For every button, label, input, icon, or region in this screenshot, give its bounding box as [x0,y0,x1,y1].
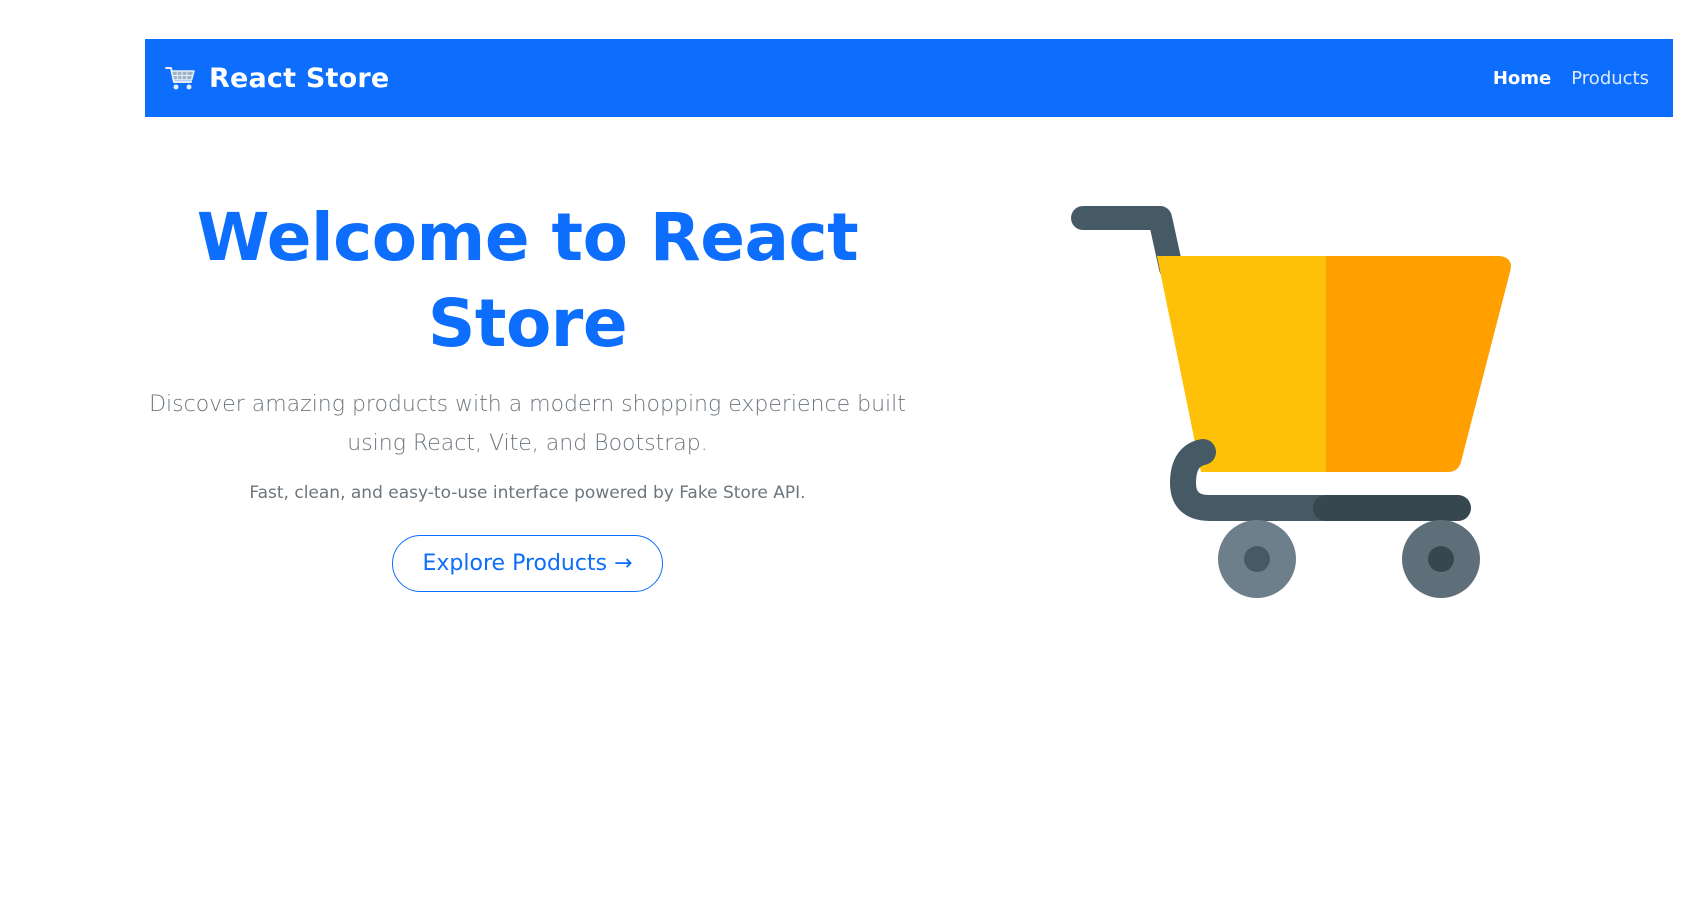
hero-title: Welcome to React Store [196,199,859,362]
shopping-cart-icon [165,65,197,91]
cart-basket-left [1157,256,1326,472]
nav-links: Home Products [1493,68,1649,89]
hero-subtext: Fast, clean, and easy-to-use interface p… [249,483,806,503]
nav-link-products[interactable]: Products [1571,68,1649,89]
hero-section: Welcome to React Store Discover amazing … [145,195,910,592]
explore-products-button[interactable]: Explore Products → [391,535,664,592]
brand-label: React Store [209,62,390,94]
cart-basket-right [1326,256,1511,472]
navbar: React Store Home Products [145,39,1673,117]
shopping-cart-illustration [1070,200,1530,600]
nav-link-home[interactable]: Home [1493,68,1551,89]
brand-link[interactable]: React Store [165,63,389,94]
cart-handle [1071,206,1183,280]
hero-lead: Discover amazing products with a modern … [149,392,906,456]
